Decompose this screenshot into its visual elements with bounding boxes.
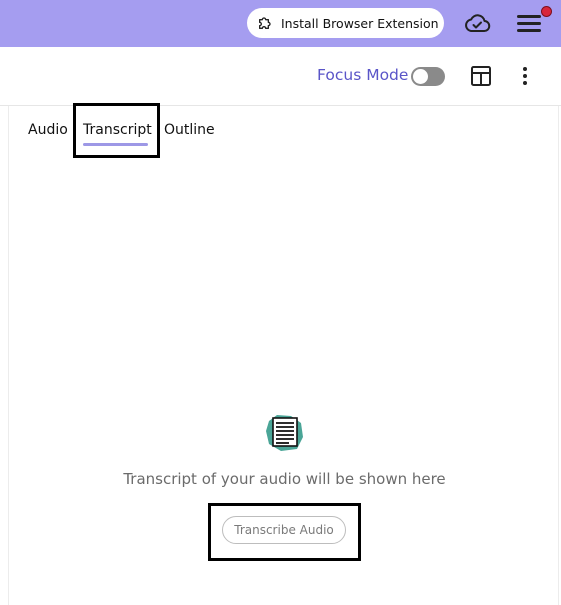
notification-dot (541, 6, 552, 17)
layout-button[interactable] (470, 65, 492, 87)
main-menu-button[interactable] (515, 6, 552, 35)
cloud-sync-button[interactable] (463, 10, 491, 36)
tab-outline[interactable]: Outline (164, 122, 215, 138)
cloud-check-icon (465, 14, 491, 32)
editor-toolbar: Focus Mode (0, 47, 561, 106)
tab-transcript[interactable]: Transcript (83, 122, 152, 138)
focus-mode-label: Focus Mode (317, 66, 409, 84)
active-tab-indicator (83, 143, 148, 146)
focus-mode-toggle[interactable] (411, 67, 445, 86)
install-extension-label: Install Browser Extension (281, 15, 439, 31)
hamburger-menu-icon (517, 15, 541, 18)
layout-icon (471, 66, 491, 86)
top-bar: Install Browser Extension (0, 0, 561, 47)
empty-state-message: Transcript of your audio will be shown h… (123, 470, 446, 488)
transcript-panel: Audio Transcript Outline Transcript of y… (8, 103, 559, 605)
toggle-knob (413, 69, 428, 84)
transcribe-audio-button[interactable]: Transcribe Audio (222, 516, 346, 544)
more-options-button[interactable] (516, 64, 534, 88)
install-extension-button[interactable]: Install Browser Extension (247, 8, 444, 38)
puzzle-icon (259, 17, 271, 29)
empty-state-illustration (261, 411, 307, 455)
tab-audio[interactable]: Audio (28, 122, 68, 138)
document-icon (266, 415, 303, 451)
more-vertical-icon (523, 67, 527, 71)
